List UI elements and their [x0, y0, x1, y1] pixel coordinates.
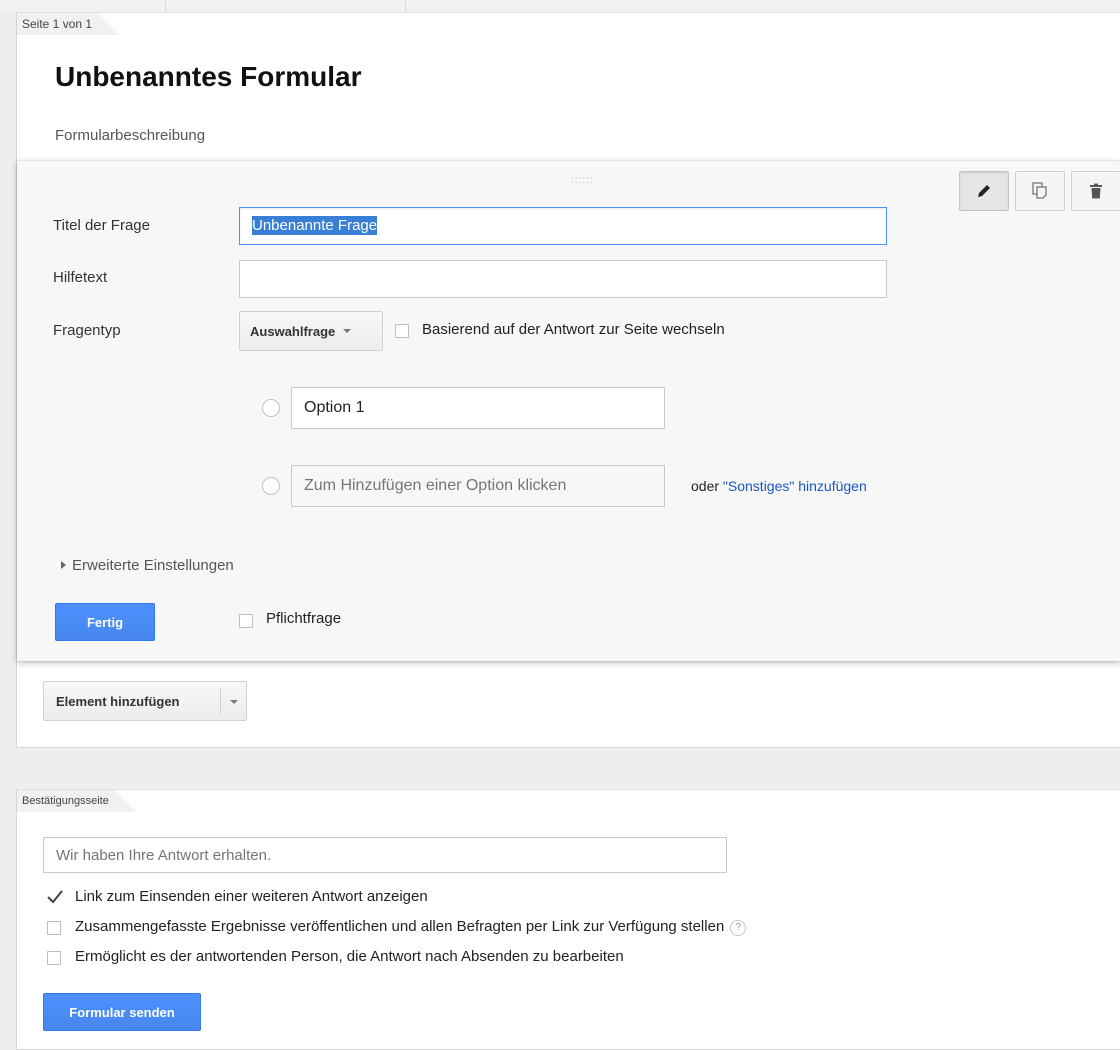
- duplicate-button[interactable]: [1015, 171, 1065, 211]
- confirmation-message-input[interactable]: [43, 837, 727, 873]
- question-title-selected-text: Unbenannte Frage: [252, 216, 378, 235]
- form-title[interactable]: Unbenanntes Formular: [55, 61, 361, 93]
- confirmation-tab-label: Bestätigungsseite: [17, 790, 137, 812]
- option-radio: [262, 399, 280, 417]
- form-page-panel: Seite 1 von 1 Unbenanntes Formular Formu…: [16, 12, 1120, 748]
- page-tab-label: Seite 1 von 1: [17, 13, 120, 35]
- submit-form-button[interactable]: Formular senden: [43, 993, 201, 1031]
- done-button[interactable]: Fertig: [55, 603, 155, 641]
- confirmation-option-label: Link zum Einsenden einer weiteren Antwor…: [75, 888, 428, 905]
- edit-icon: [978, 185, 990, 197]
- confirmation-option-label: Zusammengefasste Ergebnisse veröffentlic…: [75, 918, 747, 936]
- chevron-down-icon[interactable]: [230, 700, 238, 704]
- question-editor-card: :::::: Titel der Frage Unbenannte Frage …: [17, 161, 1120, 661]
- add-option-input[interactable]: [291, 465, 665, 507]
- button-divider: [220, 688, 221, 714]
- delete-button[interactable]: [1071, 171, 1120, 211]
- allow-edit-checkbox[interactable]: [47, 951, 61, 965]
- chevron-down-icon: [343, 329, 352, 333]
- advanced-settings-toggle[interactable]: Erweiterte Einstellungen: [61, 557, 234, 574]
- question-type-value: Auswahlfrage: [250, 323, 336, 339]
- publish-results-label: Zusammengefasste Ergebnisse veröffentlic…: [75, 918, 725, 935]
- add-element-button[interactable]: Element hinzufügen: [43, 681, 247, 721]
- question-type-label: Fragentyp: [53, 322, 121, 339]
- option-1-input[interactable]: [291, 387, 665, 429]
- help-text-label: Hilfetext: [53, 269, 108, 286]
- add-other-link[interactable]: "Sonstiges" hinzufügen: [723, 478, 867, 494]
- required-checkbox[interactable]: [239, 614, 253, 628]
- form-description[interactable]: Formularbeschreibung: [55, 127, 205, 144]
- drag-handle-icon[interactable]: ::::::: [571, 175, 594, 186]
- edit-button[interactable]: [959, 171, 1009, 211]
- publish-results-checkbox[interactable]: [47, 921, 61, 935]
- add-other-text: oder "Sonstiges" hinzufügen: [691, 478, 867, 494]
- branch-checkbox[interactable]: [395, 324, 409, 338]
- top-strip-segment: [165, 0, 406, 12]
- add-other-prefix: oder: [691, 478, 723, 494]
- question-type-dropdown[interactable]: Auswahlfrage: [239, 311, 383, 351]
- question-title-label: Titel der Frage: [53, 217, 150, 234]
- duplicate-icon: [1032, 182, 1047, 199]
- checkmark-icon[interactable]: [47, 890, 63, 904]
- add-option-radio: [262, 477, 280, 495]
- required-label: Pflichtfrage: [266, 610, 342, 627]
- triangle-right-icon: [61, 561, 66, 569]
- top-strip: [0, 0, 1120, 12]
- add-element-label: Element hinzufügen: [56, 693, 180, 709]
- confirmation-page-panel: Bestätigungsseite Link zum Einsenden ein…: [16, 789, 1120, 1050]
- help-icon[interactable]: ?: [730, 920, 747, 936]
- branch-checkbox-label: Basierend auf der Antwort zur Seite wech…: [422, 321, 725, 338]
- help-text-input[interactable]: [239, 260, 887, 298]
- delete-icon: [1090, 183, 1102, 199]
- confirmation-option-label: Ermöglicht es der antwortenden Person, d…: [75, 948, 624, 965]
- question-title-input[interactable]: Unbenannte Frage: [239, 207, 887, 245]
- advanced-settings-label: Erweiterte Einstellungen: [72, 557, 234, 574]
- top-strip-segment: [0, 0, 166, 12]
